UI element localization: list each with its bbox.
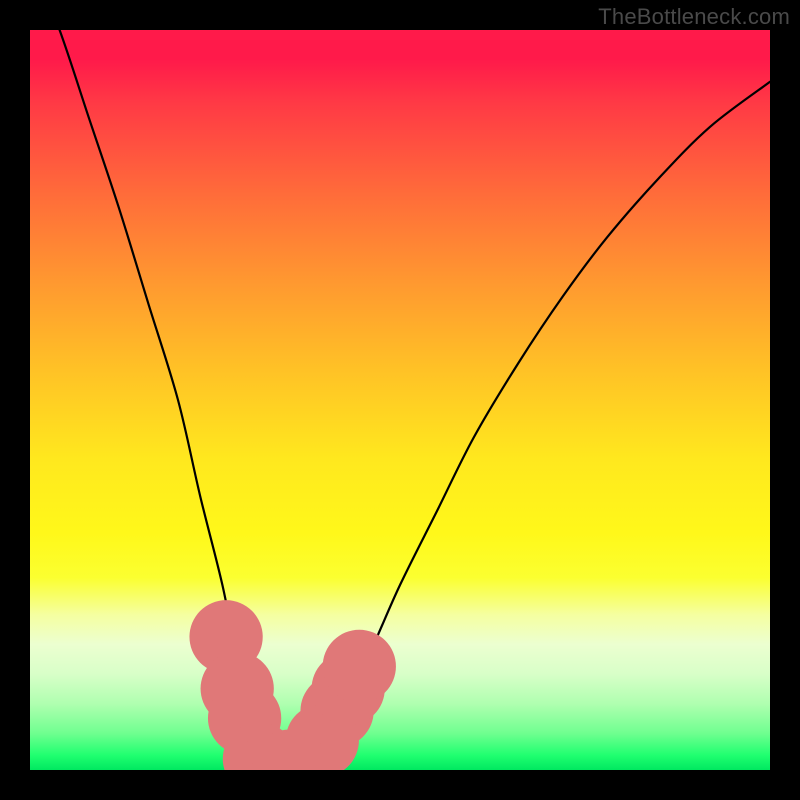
- highlight-markers: [189, 600, 395, 770]
- bottleneck-curve: [30, 30, 770, 770]
- watermark-label: TheBottleneck.com: [598, 4, 790, 30]
- chart-frame: TheBottleneck.com: [0, 0, 800, 800]
- highlight-marker: [323, 630, 396, 703]
- plot-area: [30, 30, 770, 770]
- curve-layer: [30, 30, 770, 770]
